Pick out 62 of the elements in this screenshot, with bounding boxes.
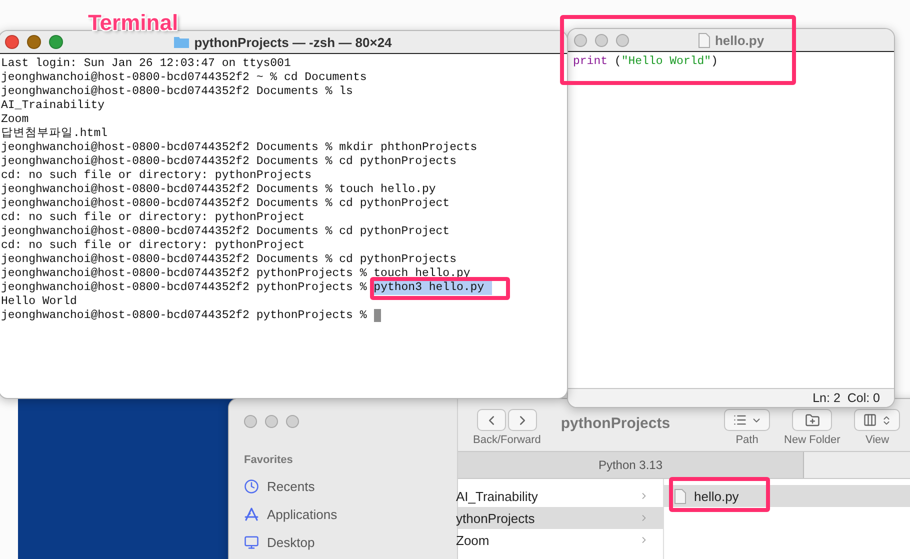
toolbar-label: New Folder [784,434,840,446]
sidebar-item[interactable]: Desktop [267,534,315,550]
cursor-position: Ln: 2 Col: 0 [812,391,880,405]
close-button[interactable] [244,415,257,428]
columns-icon [862,413,877,427]
window-title: pythonProjects [560,415,670,432]
terminal-line: jeonghwanchoi@host-0800-bcd0744352f2 Documents % cd pythonProject [1,197,450,211]
code-token: ) [711,55,718,68]
window-title: hello.py [714,32,764,48]
terminal-line: AI_Trainability [1,99,105,113]
clock-icon [244,478,259,494]
zoom-button[interactable] [286,415,299,428]
back-button[interactable] [476,409,506,431]
folder-row[interactable]: Zoom [458,529,663,551]
toolbar-label: Back/Forward [473,434,541,446]
list-icon [732,413,747,427]
sidebar-heading: Favorites [244,454,294,466]
code-token: print [573,55,608,68]
file-icon [674,488,686,504]
terminal-line: Zoom [1,113,29,127]
terminal-line: jeonghwanchoi@host-0800-bcd0744352f2 ~ % cd Documents [1,71,367,85]
folder-plus-icon [804,412,820,428]
desktop-icon [244,534,259,550]
tab[interactable]: Python 3.13 [458,452,804,478]
view-button[interactable] [854,409,900,431]
selected-text: python3 hello.py [374,281,492,295]
terminal-line: Hello World [1,295,77,309]
folder-row[interactable]: AI_Trainability [458,485,663,507]
terminal-line: jeonghwanchoi@host-0800-bcd0744352f2 pythonProjects % [1,309,368,323]
terminal-line: jeonghwanchoi@host-0800-bcd0744352f2 pythonProjects % [1,281,368,295]
sidebar-item[interactable]: Applications [267,506,338,522]
terminal-line: Last login: Sun Jan 26 12:03:47 on ttys001 [1,57,291,71]
toolbar-label: Path [736,434,758,446]
annotation-label: Terminal [88,10,178,36]
terminal-line: cd: no such file or directory: pythonProjects [1,169,312,183]
file-icon [698,32,710,48]
window-title: pythonProjects — -zsh — 80×24 [194,34,392,50]
folder-icon [174,36,190,48]
terminal-line: jeonghwanchoi@host-0800-bcd0744352f2 pythonProjects % touch hello.py [1,267,470,281]
terminal-line: cd: no such file or directory: pythonProject [1,211,305,225]
folder-row[interactable]: ythonProjects [458,507,663,529]
terminal-line: jeonghwanchoi@host-0800-bcd0744352f2 Documents % cd pythonProjects [1,155,456,169]
code-token: "Hello World" [621,55,712,68]
text-cursor [374,309,381,322]
code-editor[interactable]: print ("Hello World") [568,52,894,388]
toolbar-label: View [865,434,890,446]
file-row[interactable]: hello.py [664,485,910,507]
terminal-line: jeonghwanchoi@host-0800-bcd0744352f2 Documents % ls [1,85,353,99]
code-token: ( [613,55,622,68]
terminal-line: cd: no such file or directory: pythonProject [1,239,305,253]
terminal-line: jeonghwanchoi@host-0800-bcd0744352f2 Documents % cd pythonProject [1,225,450,239]
terminal-line: jeonghwanchoi@host-0800-bcd0744352f2 Documents % mkdir phthonProjects [1,141,478,155]
zoom-button[interactable] [616,34,629,46]
applications-icon [244,506,259,522]
terminal-line: jeonghwanchoi@host-0800-bcd0744352f2 Documents % cd pythonProjects [1,253,456,267]
close-button[interactable] [574,34,587,46]
sidebar-item[interactable]: Recents [267,478,315,494]
forward-button[interactable] [508,409,537,431]
path-button[interactable] [724,409,770,431]
terminal-line: 답변첨부파일.html [1,127,108,141]
new-folder-button[interactable] [792,409,832,431]
terminal-line: jeonghwanchoi@host-0800-bcd0744352f2 Documents % touch hello.py [1,183,436,197]
